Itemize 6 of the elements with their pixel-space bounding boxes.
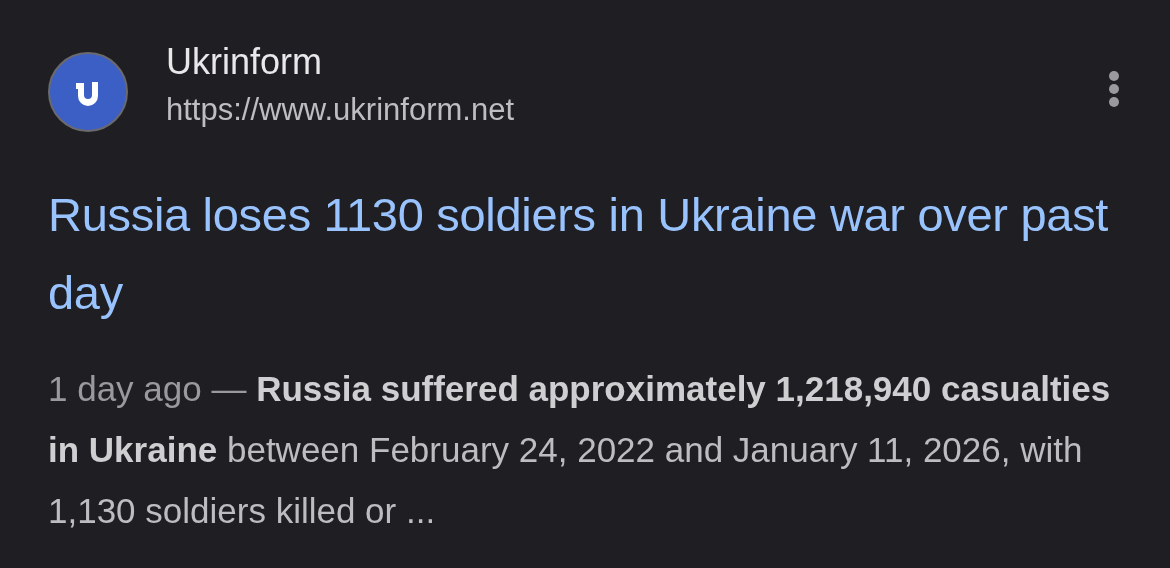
result-title-link[interactable]: Russia loses 1130 soldiers in Ukraine war over past day <box>48 176 1120 332</box>
source-url: https://www.ukrinform.net <box>166 91 515 129</box>
logo-icon <box>48 52 128 132</box>
source-name: Ukrinform <box>166 40 323 84</box>
more-options-icon[interactable] <box>1108 71 1120 107</box>
result-snippet: 1 day ago — Russia suffered approximately 1,218,940 casualties in Ukraine between February 24, 2022 and January 11, 2026, with 1,130 soldiers killed or ... <box>48 368 1112 532</box>
